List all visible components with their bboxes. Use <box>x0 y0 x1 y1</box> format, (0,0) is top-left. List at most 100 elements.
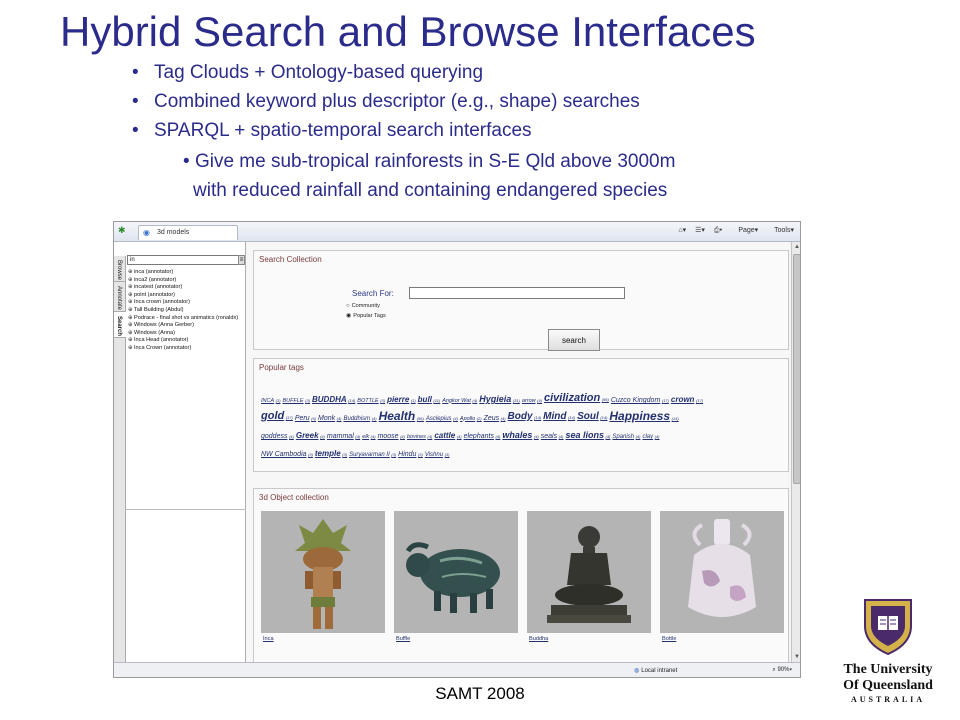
tag-link[interactable]: crown (17) <box>671 396 703 404</box>
tag-cloud-line: INCA (3) BUFFLE (3) BUDDHA (14) BOTTLE (3) pierr… <box>261 388 703 406</box>
tag-link[interactable]: Hygieia (31) <box>479 395 520 404</box>
tag-link[interactable]: INCA (3) <box>261 398 281 405</box>
tree-item[interactable]: ⊕incatest (annotator) <box>128 284 246 292</box>
tree-item[interactable]: ⊕Windows (Anna Gerber) <box>128 322 246 330</box>
object-collection-panel: 3d Object collection Inca Buffle Buddha … <box>253 488 789 662</box>
thumbnail-buddha[interactable] <box>527 511 651 633</box>
sub-bullet-item: • Give me sub-tropical rainforests in S-… <box>183 151 676 172</box>
tag-link[interactable]: whales (4) <box>502 431 538 440</box>
tree-item[interactable]: ⊕Windows (Anna) <box>128 330 246 338</box>
tag-link[interactable]: Peru (6) <box>295 415 316 422</box>
tag-link[interactable]: seals (4) <box>541 433 564 440</box>
tag-link[interactable]: Angkor Wat (4) <box>442 398 477 405</box>
tag-link[interactable]: Hindu (3) <box>398 451 423 458</box>
tree-item[interactable]: ⊕inca (annotator) <box>128 269 246 277</box>
tag-cloud-line: goddess (4) Greek (4) mammal (4) elk (4) moose (4… <box>261 424 686 442</box>
tree-item[interactable]: ⊕point (annotator) <box>128 292 246 300</box>
feeds-icon[interactable]: ☰▾ <box>695 227 705 234</box>
tag-link[interactable]: Soul (14) <box>577 412 607 422</box>
tag-link[interactable]: clay (4) <box>642 434 659 440</box>
tree-item[interactable]: ⊕Inca crown (annotator) <box>128 299 246 307</box>
tab-search[interactable]: Search <box>114 312 126 338</box>
vertical-scrollbar[interactable]: ▲ ▼ <box>791 242 800 662</box>
scroll-down-icon[interactable]: ▼ <box>793 653 800 661</box>
tag-link[interactable]: gold (17) <box>261 411 293 422</box>
tag-link[interactable]: moose (4) <box>378 433 405 440</box>
thumbnail-inca[interactable] <box>261 511 385 633</box>
thumbnail-label[interactable]: Buddha <box>529 636 548 642</box>
tag-link[interactable]: bovines (4) <box>407 434 432 441</box>
tree-item[interactable]: ⊕Tall Building (Abdul) <box>128 307 246 315</box>
tag-link[interactable]: Apollo (2) <box>460 416 482 423</box>
page-menu[interactable]: Page▾ <box>731 227 758 234</box>
tag-link[interactable]: Suryavarman II (3) <box>349 452 396 458</box>
logo-line-1: The University <box>843 662 933 677</box>
tag-link[interactable]: cattle (4) <box>434 432 461 440</box>
bullet-dot-icon: • <box>132 120 139 141</box>
tree-item[interactable]: ⊕Inca Crown (annotator) <box>128 345 246 353</box>
tag-link[interactable]: sea lions (4) <box>565 431 610 440</box>
scroll-up-icon[interactable]: ▲ <box>793 243 800 251</box>
radio-icon[interactable]: ○ <box>346 303 350 309</box>
favorites-star-icon[interactable]: ✱ <box>118 225 126 236</box>
thumbnail-bottle[interactable] <box>660 511 784 633</box>
tab-browse[interactable]: Browse <box>114 256 126 282</box>
thumbnail-buffle[interactable] <box>394 511 518 633</box>
tag-link[interactable]: temple (3) <box>315 450 347 458</box>
thumbnail-label[interactable]: Bottle <box>662 636 676 642</box>
home-icon[interactable]: ⌂▾ <box>678 227 686 234</box>
tag-link[interactable]: BUFFLE (3) <box>283 398 310 405</box>
scroll-thumb[interactable] <box>793 254 800 484</box>
tab-annotate[interactable]: Annotate <box>114 282 126 312</box>
tools-menu[interactable]: Tools▾ <box>767 227 794 234</box>
zoom-level[interactable]: ⌕ 90%▾ <box>772 667 792 674</box>
tag-link[interactable]: Cuzco Kingdom (17) <box>611 397 669 404</box>
tag-link[interactable]: arrow (4) <box>522 398 542 405</box>
security-zone: ◍ Local intranet <box>634 668 678 674</box>
divider <box>126 509 246 510</box>
tag-link[interactable]: Mind (14) <box>543 412 575 422</box>
tag-link[interactable]: Happiness (14) <box>609 410 678 422</box>
thumbnail-label[interactable]: Buffle <box>396 636 410 642</box>
tree-item[interactable]: ⊕inca2 (annotator) <box>128 277 246 285</box>
tag-link[interactable]: Greek (4) <box>296 432 325 440</box>
slide-footer: SAMT 2008 <box>435 684 525 703</box>
tag-link[interactable]: NW Cambodia (3) <box>261 451 313 458</box>
buddha-statue-icon <box>547 526 631 623</box>
tag-link[interactable]: Vishnu (3) <box>425 452 450 458</box>
browser-tab[interactable]: ◉ 3d models <box>138 225 238 240</box>
clear-search-icon[interactable]: ≡ <box>238 255 245 265</box>
tree-item[interactable]: ⊕Podrace - final shot vs animatics (rona… <box>128 315 246 323</box>
tag-link[interactable]: elk (4) <box>362 434 375 441</box>
tag-link[interactable]: Asclepius (4) <box>426 416 458 422</box>
radio-community[interactable]: ○ Community <box>346 303 380 309</box>
tag-link[interactable]: Zeus (4) <box>484 415 506 422</box>
tag-link[interactable]: Spanish (4) <box>612 434 640 440</box>
tag-link[interactable]: BOTTLE (3) <box>357 398 385 405</box>
globe-icon: ◍ <box>634 668 640 674</box>
tag-link[interactable]: goddess (4) <box>261 433 294 440</box>
search-for-input[interactable] <box>409 287 625 299</box>
tag-link[interactable]: Body (14) <box>508 412 542 422</box>
search-button[interactable]: search <box>548 329 600 351</box>
print-icon[interactable]: ⎙▾ <box>714 227 723 234</box>
radio-popular-tags[interactable]: ◉ Popular Tags <box>346 312 386 319</box>
tag-link[interactable]: elephants (4) <box>464 433 501 440</box>
tag-link[interactable]: Buddhism (4) <box>344 416 377 422</box>
browser-screenshot: ✱ ◉ 3d models ⌂▾ ☰▾ ⎙▾ Page▾ Tools▾ Brow… <box>113 221 801 678</box>
search-collection-panel: Search Collection Search For: ○ Community… <box>253 250 789 351</box>
tag-link[interactable]: BUDDHA (14) <box>312 396 355 404</box>
tag-link[interactable]: bull (11) <box>418 396 441 404</box>
thumbnail-label[interactable]: Inca <box>263 636 274 642</box>
tag-link[interactable]: Monk (4) <box>318 415 342 422</box>
left-search-input[interactable]: in <box>127 255 241 265</box>
tree-item[interactable]: ⊕Inca Head (annotator) <box>128 337 246 345</box>
popular-tags-title: Popular tags <box>259 363 304 372</box>
tag-link[interactable]: pierre (1) <box>387 396 416 404</box>
buffalo-vessel-icon <box>405 542 500 613</box>
bottle-vase-icon <box>688 519 756 617</box>
tag-link[interactable]: Health (56) <box>379 410 424 422</box>
tag-link[interactable]: mammal (4) <box>327 433 360 440</box>
radio-icon[interactable]: ◉ <box>346 313 351 319</box>
tag-link[interactable]: civilization (56) <box>544 393 609 404</box>
